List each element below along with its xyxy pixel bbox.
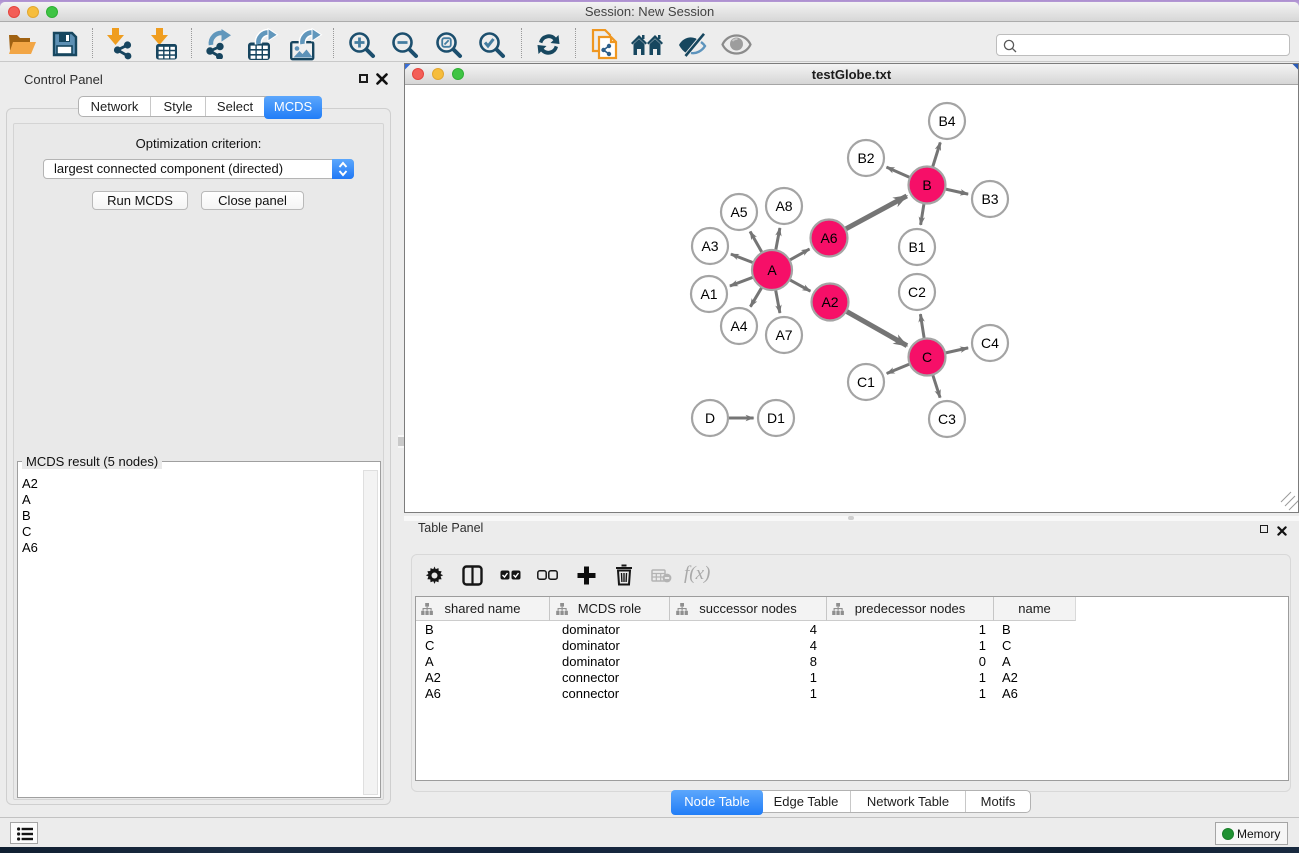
- svg-text:D: D: [705, 410, 715, 426]
- svg-text:B: B: [922, 177, 931, 193]
- svg-text:B3: B3: [981, 191, 998, 207]
- svg-text:C3: C3: [938, 411, 956, 427]
- svg-text:B4: B4: [938, 113, 955, 129]
- svg-text:A: A: [767, 262, 777, 278]
- svg-text:C4: C4: [981, 335, 999, 351]
- svg-text:A5: A5: [730, 204, 747, 220]
- svg-text:C1: C1: [857, 374, 875, 390]
- svg-text:A7: A7: [775, 327, 792, 343]
- svg-text:A6: A6: [820, 230, 837, 246]
- svg-text:C2: C2: [908, 284, 926, 300]
- svg-text:D1: D1: [767, 410, 785, 426]
- svg-text:A3: A3: [701, 238, 718, 254]
- svg-text:B2: B2: [857, 150, 874, 166]
- svg-text:A2: A2: [821, 294, 838, 310]
- svg-text:A4: A4: [730, 318, 747, 334]
- svg-text:C: C: [922, 349, 932, 365]
- svg-text:B1: B1: [908, 239, 925, 255]
- svg-text:A8: A8: [775, 198, 792, 214]
- svg-text:A1: A1: [700, 286, 717, 302]
